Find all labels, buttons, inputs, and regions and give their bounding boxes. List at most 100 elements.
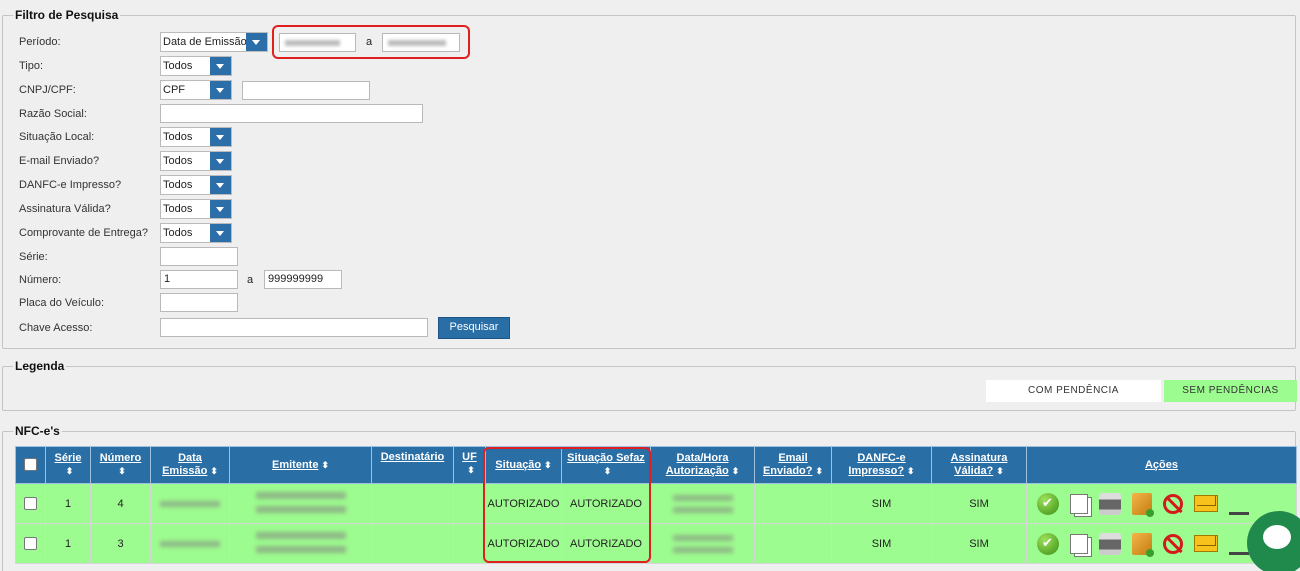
- table-row[interactable]: 1 3 AUTORIZADO AUTORIZADO SIM SIM: [15, 523, 1297, 564]
- legenda-legend: Legenda: [15, 359, 65, 373]
- print-icon[interactable]: [1099, 492, 1121, 515]
- col-data-emissao[interactable]: Data Emissão ⬍: [150, 446, 230, 484]
- periodo-select-value: Data de Emissão: [163, 36, 247, 48]
- row-checkbox-cell: [15, 483, 46, 524]
- placa-input[interactable]: [160, 293, 238, 312]
- row-checkbox[interactable]: [24, 537, 37, 550]
- chevron-down-icon: [210, 57, 231, 75]
- col-numero[interactable]: Número ⬍: [90, 446, 151, 484]
- package-icon[interactable]: [1132, 492, 1154, 517]
- col-destinatario[interactable]: Destinatário: [371, 446, 454, 484]
- comprovante-select[interactable]: Todos: [160, 223, 232, 243]
- mail-icon[interactable]: [1194, 535, 1218, 552]
- print-icon[interactable]: [1099, 532, 1121, 555]
- col-data-autorizacao-label-1: Data/Hora: [676, 452, 729, 464]
- highlight-situacao: [483, 447, 651, 563]
- tipo-label: Tipo:: [19, 60, 44, 72]
- col-acoes: Ações: [1026, 446, 1297, 484]
- chave-input[interactable]: [160, 318, 428, 337]
- numero-label: Número:: [19, 274, 62, 286]
- col-data-autorizacao[interactable]: Data/Hora Autorização ⬍: [650, 446, 755, 484]
- email-select[interactable]: Todos: [160, 151, 232, 171]
- col-uf[interactable]: UF ⬍: [453, 446, 486, 484]
- sort-icon: ⬍: [907, 466, 915, 476]
- col-email-label-2: Enviado?: [762, 465, 813, 477]
- danfce-select[interactable]: Todos: [160, 175, 232, 195]
- col-destinatario-label: Destinatário: [380, 451, 445, 463]
- email-label: E-mail Enviado?: [19, 155, 100, 167]
- select-all-checkbox[interactable]: [24, 458, 37, 472]
- blurred-text: [160, 500, 220, 507]
- search-button[interactable]: Pesquisar: [438, 317, 510, 339]
- blurred-text: [255, 545, 346, 553]
- razao-input[interactable]: [160, 104, 423, 123]
- numero-from-value: 1: [164, 273, 171, 285]
- cancel-icon[interactable]: [1163, 533, 1183, 554]
- situacao-select-value: Todos: [163, 131, 193, 143]
- cancel-icon[interactable]: [1163, 493, 1183, 514]
- razao-label: Razão Social:: [19, 108, 87, 120]
- situacao-label: Situação Local:: [19, 131, 95, 143]
- numero-from-input[interactable]: 1: [160, 270, 238, 289]
- col-danfce[interactable]: DANFC-e Impresso? ⬍: [831, 446, 932, 484]
- col-data-emissao-label-2: Emissão: [162, 465, 208, 477]
- cell-data-autorizacao: [650, 483, 755, 524]
- check-icon[interactable]: [1037, 492, 1059, 515]
- legend-sem-pendencias: SEM PENDÊNCIAS: [1164, 380, 1297, 402]
- cell-uf: [453, 483, 486, 524]
- cnpj-label: CNPJ/CPF:: [19, 84, 76, 96]
- blurred-text: [672, 494, 733, 501]
- nfce-legend: NFC-e's: [15, 424, 60, 438]
- blurred-text: [255, 531, 346, 539]
- numero-sep: a: [247, 274, 254, 286]
- col-assinatura-label-2: Válida?: [954, 465, 994, 477]
- serie-input[interactable]: [160, 247, 238, 266]
- col-assinatura[interactable]: Assinatura Válida? ⬍: [931, 446, 1027, 484]
- cell-emitente: [229, 483, 372, 524]
- nfce-table: Série ⬍ Número ⬍ Data Emissão ⬍ Emitente ⬍ De…: [15, 446, 1297, 564]
- tool-icon[interactable]: [1229, 533, 1249, 555]
- copy-icon[interactable]: [1070, 533, 1088, 554]
- table-row[interactable]: 1 4 AUTORIZADO AUTORIZADO SIM SIM: [15, 483, 1297, 524]
- select-all-header: [15, 446, 46, 484]
- cell-uf: [453, 523, 486, 564]
- periodo-label: Período:: [19, 36, 61, 48]
- sort-icon: ⬍: [118, 466, 126, 476]
- col-assinatura-label-1: Assinatura: [950, 452, 1008, 464]
- blurred-text: [255, 505, 346, 513]
- blurred-text: [255, 491, 346, 499]
- mail-icon[interactable]: [1194, 495, 1218, 512]
- col-email[interactable]: Email Enviado? ⬍: [754, 446, 832, 484]
- sort-icon: ⬍: [321, 459, 329, 470]
- cnpj-type-select[interactable]: CPF: [160, 80, 232, 100]
- assinatura-select[interactable]: Todos: [160, 199, 232, 219]
- numero-to-input[interactable]: 999999999: [264, 270, 342, 289]
- cell-acoes: [1026, 483, 1297, 524]
- periodo-select[interactable]: Data de Emissão: [160, 32, 268, 52]
- col-acoes-label: Ações: [1144, 458, 1179, 471]
- situacao-select[interactable]: Todos: [160, 127, 232, 147]
- filter-legend: Filtro de Pesquisa: [15, 8, 119, 22]
- col-emitente-label: Emitente: [271, 458, 319, 471]
- chevron-down-icon: [210, 176, 231, 194]
- package-icon[interactable]: [1132, 532, 1154, 557]
- tipo-select[interactable]: Todos: [160, 56, 232, 76]
- cell-serie: 1: [45, 483, 91, 524]
- cnpj-input[interactable]: [242, 81, 370, 100]
- cell-emitente: [229, 523, 372, 564]
- chevron-down-icon: [210, 152, 231, 170]
- legend-com-pendencia: COM PENDÊNCIA: [986, 380, 1161, 402]
- check-icon[interactable]: [1037, 532, 1059, 555]
- tool-icon[interactable]: [1229, 493, 1249, 515]
- blurred-text: [672, 546, 733, 553]
- col-serie[interactable]: Série ⬍: [45, 446, 91, 484]
- numero-to-value: 999999999: [268, 273, 324, 285]
- cell-data-emissao: [150, 483, 230, 524]
- col-serie-label: Série: [54, 452, 82, 464]
- col-emitente[interactable]: Emitente ⬍: [229, 446, 372, 484]
- blurred-text: [160, 540, 220, 547]
- row-checkbox[interactable]: [24, 497, 37, 510]
- cell-numero: 3: [90, 523, 151, 564]
- chat-icon[interactable]: [1247, 511, 1300, 571]
- copy-icon[interactable]: [1070, 493, 1088, 514]
